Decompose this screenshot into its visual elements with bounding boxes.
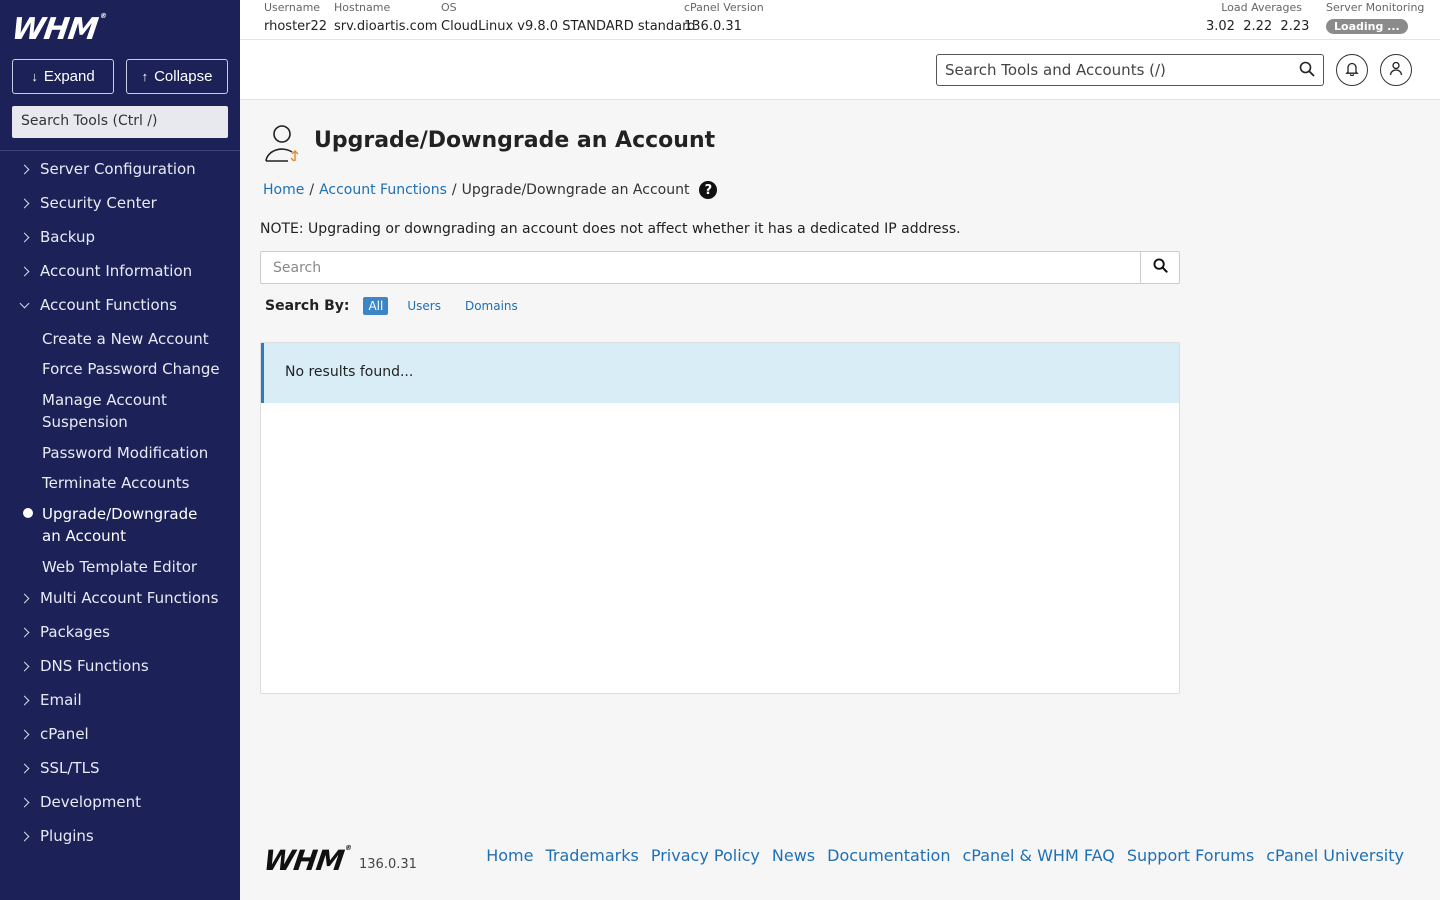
- sidebar-subitem-web-template-editor[interactable]: Web Template Editor: [42, 556, 227, 578]
- sidebar-subitem-terminate-accounts[interactable]: Terminate Accounts: [42, 472, 227, 494]
- server-info-bar: Username rhoster22 Hostname srv.dioartis…: [240, 0, 1440, 40]
- sidebar-subitem-create-account[interactable]: Create a New Account: [42, 328, 227, 350]
- no-results-alert: No results found...: [261, 343, 1179, 403]
- info-cpanel-version: cPanel Version 136.0.31: [684, 1, 764, 34]
- chevron-right-icon: [19, 831, 30, 841]
- sidebar-item-plugins[interactable]: Plugins: [19, 827, 94, 845]
- info-hostname: Hostname srv.dioartis.com: [334, 1, 438, 34]
- arrow-up-icon: ↑: [141, 69, 149, 84]
- sidebar-item-development[interactable]: Development: [19, 793, 141, 811]
- breadcrumb-account-functions[interactable]: Account Functions: [319, 182, 447, 198]
- search-by-domains[interactable]: Domains: [460, 297, 523, 315]
- breadcrumb-current: Upgrade/Downgrade an Account: [461, 182, 690, 198]
- search-by-users[interactable]: Users: [402, 297, 446, 315]
- footer-whm-logo: WHM®: [261, 844, 352, 877]
- dedicated-ip-note: NOTE: Upgrading or downgrading an accoun…: [260, 221, 961, 237]
- footer-link-documentation[interactable]: Documentation: [827, 846, 950, 865]
- chevron-right-icon: [19, 627, 30, 637]
- chevron-right-icon: [19, 164, 30, 174]
- sidebar-item-ssl-tls[interactable]: SSL/TLS: [19, 759, 100, 777]
- info-server-monitoring: Server Monitoring Loading ...: [1326, 1, 1425, 34]
- breadcrumb: Home / Account Functions / Upgrade/Downg…: [263, 181, 718, 199]
- sidebar-subitem-upgrade-downgrade[interactable]: Upgrade/Downgrade an Account: [42, 503, 220, 547]
- sidebar-subitem-password-modification[interactable]: Password Modification: [42, 442, 227, 464]
- sidebar: WHM® ↓ Expand ↑ Collapse Search Tools (C…: [0, 0, 240, 900]
- footer-link-support-forums[interactable]: Support Forums: [1127, 846, 1254, 865]
- sidebar-item-cpanel[interactable]: cPanel: [19, 725, 89, 743]
- search-by-group: Search By: All Users Domains: [265, 297, 523, 315]
- notifications-button[interactable]: [1336, 54, 1368, 86]
- footer-link-news[interactable]: News: [772, 846, 815, 865]
- sidebar-item-account-functions[interactable]: Account Functions: [19, 296, 177, 314]
- chevron-right-icon: [19, 232, 30, 242]
- footer-link-cpanel-university[interactable]: cPanel University: [1266, 846, 1404, 865]
- user-menu-button[interactable]: [1380, 54, 1412, 86]
- sidebar-item-packages[interactable]: Packages: [19, 623, 110, 641]
- footer-link-faq[interactable]: cPanel & WHM FAQ: [962, 846, 1114, 865]
- sidebar-item-security-center[interactable]: Security Center: [19, 194, 157, 212]
- footer-link-home[interactable]: Home: [486, 846, 533, 865]
- whm-logo[interactable]: WHM®: [10, 12, 107, 47]
- sidebar-item-server-configuration[interactable]: Server Configuration: [19, 160, 196, 178]
- sidebar-divider: [0, 150, 240, 151]
- footer-links: Home Trademarks Privacy Policy News Docu…: [486, 846, 1404, 865]
- account-search-input[interactable]: Search: [260, 251, 1141, 284]
- global-search-input[interactable]: Search Tools and Accounts (/): [936, 54, 1324, 86]
- breadcrumb-home[interactable]: Home: [263, 182, 304, 198]
- info-os: OS CloudLinux v9.8.0 STANDARD standard: [441, 1, 696, 34]
- info-username: Username rhoster22: [264, 1, 328, 34]
- sidebar-item-multi-account-functions[interactable]: Multi Account Functions: [19, 589, 218, 607]
- expand-button[interactable]: ↓ Expand: [12, 59, 114, 94]
- sidebar-subitem-force-password-change[interactable]: Force Password Change: [42, 358, 227, 380]
- search-icon: [1152, 258, 1168, 277]
- header: Search Tools and Accounts (/): [240, 40, 1440, 100]
- chevron-down-icon: [19, 298, 30, 308]
- sidebar-item-dns-functions[interactable]: DNS Functions: [19, 657, 149, 675]
- chevron-right-icon: [19, 593, 30, 603]
- user-icon: [1389, 61, 1403, 80]
- sidebar-search-input[interactable]: Search Tools (Ctrl /): [12, 106, 228, 138]
- chevron-right-icon: [19, 797, 30, 807]
- footer-link-trademarks[interactable]: Trademarks: [545, 846, 638, 865]
- account-search-button[interactable]: [1140, 251, 1180, 284]
- main-content: Upgrade/Downgrade an Account Home / Acco…: [240, 101, 1440, 900]
- chevron-right-icon: [19, 695, 30, 705]
- search-by-all[interactable]: All: [363, 297, 389, 315]
- info-load-averages: Load Averages 3.02 2.22 2.23: [1206, 1, 1310, 34]
- sidebar-item-account-information[interactable]: Account Information: [19, 262, 192, 280]
- sidebar-subitem-manage-suspension[interactable]: Manage Account Suspension: [42, 389, 192, 433]
- active-indicator-dot: [23, 508, 33, 518]
- chevron-right-icon: [19, 729, 30, 739]
- chevron-right-icon: [19, 266, 30, 276]
- chevron-right-icon: [19, 198, 30, 208]
- search-icon[interactable]: [1299, 61, 1315, 81]
- footer-link-privacy-policy[interactable]: Privacy Policy: [651, 846, 760, 865]
- footer-version: 136.0.31: [359, 857, 417, 872]
- bell-icon: [1345, 61, 1359, 80]
- page-title: Upgrade/Downgrade an Account: [314, 128, 716, 153]
- chevron-right-icon: [19, 763, 30, 773]
- help-icon[interactable]: ?: [699, 181, 718, 199]
- arrow-down-icon: ↓: [31, 69, 38, 84]
- sidebar-item-backup[interactable]: Backup: [19, 228, 95, 246]
- upgrade-account-icon: [262, 123, 302, 169]
- chevron-right-icon: [19, 661, 30, 671]
- server-monitoring-badge[interactable]: Loading ...: [1326, 19, 1408, 34]
- collapse-button[interactable]: ↑ Collapse: [126, 59, 228, 94]
- results-panel: No results found...: [260, 342, 1180, 694]
- sidebar-item-email[interactable]: Email: [19, 691, 82, 709]
